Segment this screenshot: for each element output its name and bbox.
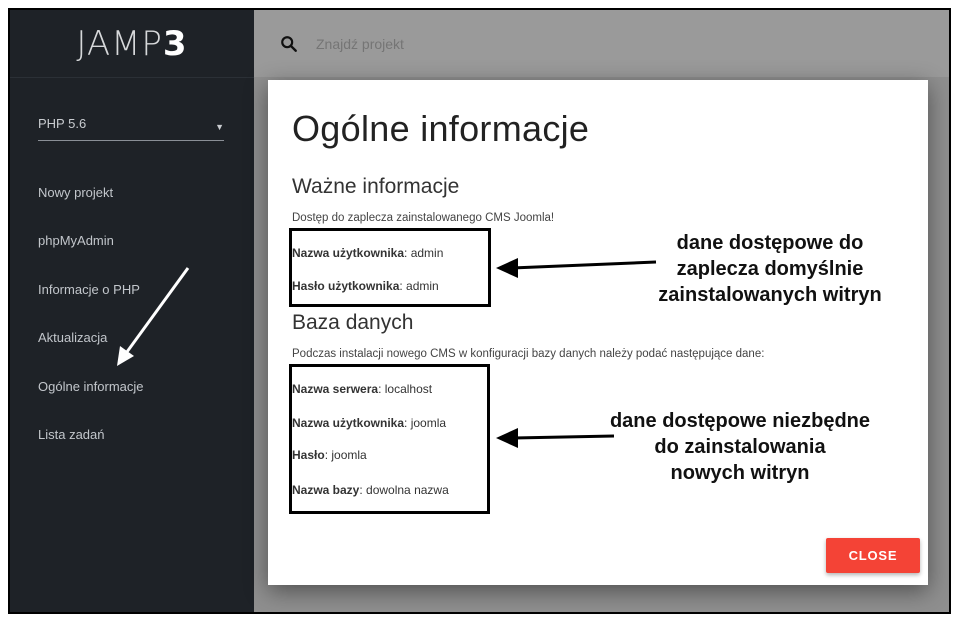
search-icon[interactable] [280, 35, 298, 53]
sidebar-item-new-project[interactable]: Nowy projekt [38, 168, 144, 217]
database-highlight-box [289, 364, 490, 514]
annotation-note-backend: dane dostępowe do zaplecza domyślnie zai… [658, 232, 882, 306]
search-input[interactable] [314, 34, 618, 53]
dialog-title: Ogólne informacje [292, 108, 590, 149]
credentials-highlight-box [289, 228, 491, 307]
php-version-value: PHP 5.6 [38, 115, 87, 131]
logo-bar: JAMP3 [10, 10, 254, 78]
sidebar-item-update[interactable]: Aktualizacja [38, 314, 144, 363]
sidebar-item-php-info[interactable]: Informacje o PHP [38, 265, 144, 314]
database-heading: Baza danych [292, 311, 414, 334]
sidebar-item-phpmyadmin[interactable]: phpMyAdmin [38, 217, 144, 266]
app-logo: JAMP3 [76, 23, 188, 64]
sidebar: JAMP3 PHP 5.6 ▼ Nowy projekt phpMyAdmin … [10, 10, 254, 612]
top-search-bar [254, 10, 949, 77]
php-version-select[interactable]: PHP 5.6 ▼ [38, 106, 224, 141]
database-description: Podczas instalacji nowego CMS w konfigur… [292, 348, 765, 360]
close-button[interactable]: CLOSE [826, 538, 920, 573]
sidebar-nav: Nowy projekt phpMyAdmin Informacje o PHP… [38, 168, 144, 459]
sidebar-item-general-info[interactable]: Ogólne informacje [38, 362, 144, 411]
important-info-description: Dostęp do zaplecza zainstalowanego CMS J… [292, 212, 555, 224]
important-info-heading: Ważne informacje [292, 175, 460, 198]
annotation-note-database: dane dostępowe niezbędne do zainstalowan… [609, 410, 871, 484]
dropdown-caret-icon: ▼ [215, 122, 224, 132]
sidebar-item-task-list[interactable]: Lista zadań [38, 411, 144, 460]
